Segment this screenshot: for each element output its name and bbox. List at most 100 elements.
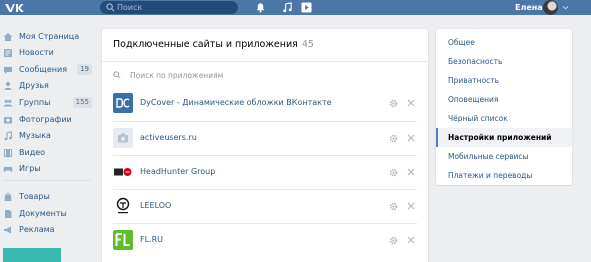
leeloo-logo[interactable] (113, 196, 133, 216)
app-name[interactable]: DyCover - Динамические обложки ВКонтакте (140, 98, 332, 107)
news-icon (4, 49, 12, 57)
messages-icon (4, 67, 12, 74)
app-name[interactable]: activeusers.ru (140, 133, 197, 142)
menu-item-general[interactable]: Общее (436, 33, 572, 52)
search-icon (106, 3, 115, 12)
menu-item-blacklist[interactable]: Чёрный список (436, 109, 572, 128)
documents-icon (5, 210, 12, 218)
menu-item-label: Приватность (448, 76, 500, 85)
close-icon[interactable] (407, 202, 415, 210)
panel-title-text: Подключенные сайты и приложения (113, 39, 298, 50)
sidebar-item-games[interactable]: Игры (3, 161, 95, 177)
sidebar-item-video[interactable]: Видео (3, 145, 95, 161)
dycover-logo-icon (116, 98, 130, 108)
sidebar-item-music[interactable]: Музыка (3, 128, 95, 144)
menu-item-label: Настройки приложений (448, 133, 552, 142)
close-icon[interactable] (407, 236, 415, 244)
sidebar-item-goods[interactable]: Товары (3, 189, 95, 205)
sidebar-item-label: Реклама (19, 225, 55, 234)
menu-item-label: Платежи и переводы (448, 171, 533, 180)
gear-icon[interactable] (389, 236, 398, 245)
settings-menu: Общее Безопасность Приватность Оповещени… (436, 29, 572, 185)
sidebar-item-friends[interactable]: Друзья (3, 78, 95, 94)
sidebar-item-label: Товары (19, 192, 50, 201)
sidebar-item-news[interactable]: Новости (3, 45, 95, 61)
groups-count-badge: 155 (72, 97, 92, 108)
app-row: LEELOO (113, 189, 417, 223)
sidebar-item-label: Моя Страница (19, 32, 80, 41)
menu-item-privacy[interactable]: Приватность (436, 71, 572, 90)
apps-filter[interactable] (102, 63, 428, 87)
close-icon[interactable] (407, 134, 415, 142)
menu-item-label: Оповещения (448, 95, 499, 104)
menu-item-notifications[interactable]: Оповещения (436, 90, 572, 109)
camera-icon (118, 133, 128, 143)
gear-icon[interactable] (389, 202, 398, 211)
gear-icon[interactable] (389, 168, 398, 177)
sidebar-item-ads[interactable]: Реклама (3, 222, 95, 238)
dycover-logo[interactable] (113, 93, 133, 113)
goods-icon (4, 193, 12, 201)
sidebar-item-photos[interactable]: Фотографии (3, 112, 95, 128)
apps-count: 45 (301, 39, 314, 50)
sidebar-item-label: Новости (19, 48, 54, 57)
sidebar-item-label: Видео (19, 148, 46, 157)
headhunter-logo-icon (114, 168, 132, 176)
app-row: FL.RU (113, 223, 417, 257)
sidebar-item-documents[interactable]: Документы (3, 206, 95, 222)
menu-item-label: Мобильные сервисы (448, 152, 529, 161)
ads-icon (4, 226, 11, 234)
app-name[interactable]: FL.RU (140, 235, 163, 244)
sidebar-item-messages[interactable]: Сообщения 19 (3, 62, 95, 78)
music-note-icon[interactable] (282, 2, 293, 13)
games-icon (3, 167, 13, 172)
app-name[interactable]: LEELOO (140, 201, 171, 210)
app-row: DyCover - Динамические обложки ВКонтакте (113, 87, 417, 121)
menu-item-label: Общее (448, 38, 475, 47)
video-icon (4, 149, 12, 157)
sidebar-ad-banner[interactable] (3, 248, 61, 262)
flru-logo-icon (115, 233, 130, 246)
vk-logo[interactable] (4, 2, 28, 14)
sidebar-divider (3, 180, 91, 181)
menu-item-app-settings[interactable]: Настройки приложений (436, 128, 572, 147)
menu-item-payments[interactable]: Платежи и переводы (436, 166, 572, 185)
global-search[interactable] (100, 1, 238, 14)
gear-icon[interactable] (389, 134, 398, 143)
flru-logo[interactable] (113, 230, 133, 250)
user-avatar[interactable] (543, 0, 558, 15)
close-icon[interactable] (407, 168, 415, 176)
menu-item-label: Чёрный список (448, 114, 508, 123)
connected-apps-panel: Подключенные сайты и приложения45 DyCove… (102, 29, 428, 262)
bell-icon[interactable] (255, 2, 266, 13)
camera-placeholder-logo[interactable] (113, 128, 133, 148)
sidebar-item-label: Фотографии (19, 115, 72, 124)
messages-count-badge: 19 (77, 64, 92, 75)
global-search-input[interactable] (117, 2, 227, 13)
sidebar-item-label: Игры (19, 164, 41, 173)
chevron-down-icon[interactable] (562, 4, 569, 11)
friends-icon (4, 82, 12, 90)
gear-icon[interactable] (389, 99, 398, 108)
headhunter-logo[interactable] (113, 162, 133, 182)
menu-item-mobile-services[interactable]: Мобильные сервисы (436, 147, 572, 166)
app-row: HeadHunter Group (113, 155, 417, 189)
menu-item-security[interactable]: Безопасность (436, 52, 572, 71)
groups-icon (3, 99, 13, 107)
app-row: activeusers.ru (113, 121, 417, 155)
panel-title: Подключенные сайты и приложения 45 (113, 39, 314, 50)
user-name[interactable]: Елена (515, 2, 543, 13)
sidebar-item-label: Друзья (19, 81, 49, 90)
sidebar-item-label: Документы (19, 209, 67, 218)
home-icon (3, 33, 13, 41)
close-icon[interactable] (407, 99, 415, 107)
menu-item-label: Безопасность (448, 57, 503, 66)
play-icon[interactable] (301, 2, 312, 13)
music-icon (4, 131, 13, 141)
sidebar-item-my-page[interactable]: Моя Страница (3, 29, 95, 45)
sidebar-item-label: Группы (19, 98, 51, 107)
panel-header: Подключенные сайты и приложения 45 (102, 29, 428, 62)
sidebar-item-groups[interactable]: Группы 155 (3, 95, 95, 111)
app-name[interactable]: HeadHunter Group (140, 167, 215, 176)
apps-search-input[interactable] (130, 68, 410, 82)
